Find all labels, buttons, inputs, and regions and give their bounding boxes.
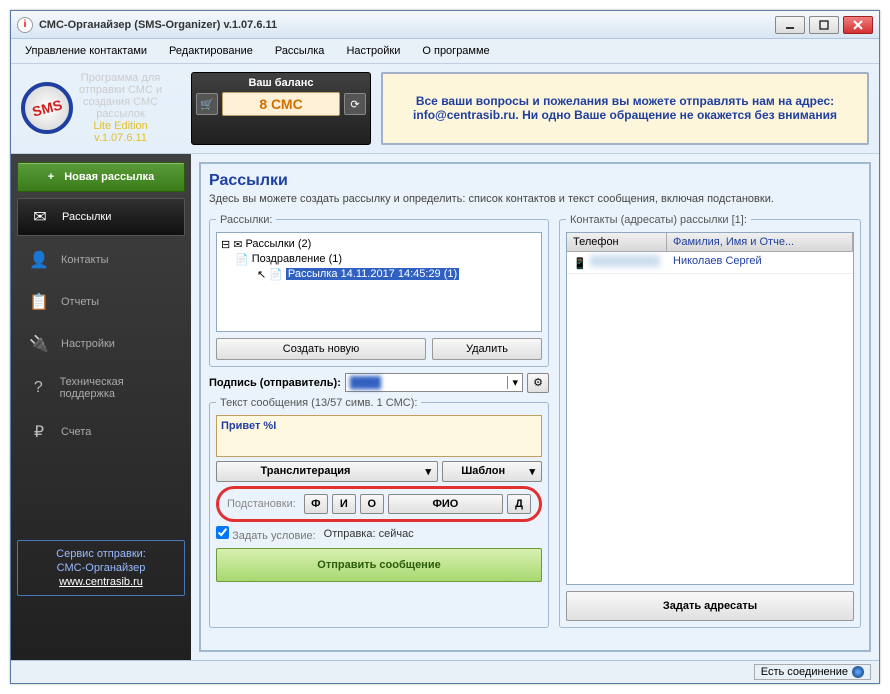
message-legend: Текст сообщения (13/57 симв. 1 СМС): xyxy=(216,397,421,409)
subst-d-button[interactable]: Д xyxy=(507,494,531,514)
statusbar: Есть соединение xyxy=(11,660,879,683)
contacts-fieldset: Контакты (адресаты) рассылки [1]: Телефо… xyxy=(559,214,861,628)
set-addresses-button[interactable]: Задать адресаты xyxy=(566,591,854,621)
new-mailing-button[interactable]: + Новая рассылка xyxy=(17,162,185,192)
sidebar-footer: Сервис отправки: СМС-Органайзер www.cent… xyxy=(17,540,185,597)
contacts-header: Телефон Фамилия, Имя и Отче... xyxy=(567,233,853,252)
app-window: i СМС-Органайзер (SMS-Organizer) v.1.07.… xyxy=(10,10,880,684)
envelope-icon: ✉ xyxy=(28,207,52,227)
sidebar-item-settings[interactable]: 🔌 Настройки xyxy=(17,326,185,362)
globe-icon xyxy=(852,666,864,678)
page-title: Рассылки xyxy=(209,172,861,190)
menu-contacts[interactable]: Управление контактами xyxy=(21,43,151,59)
ruble-icon: ₽ xyxy=(27,422,51,442)
cart-icon[interactable]: 🛒 xyxy=(196,93,218,115)
subst-i-button[interactable]: И xyxy=(332,494,356,514)
doc-icon: 📄 xyxy=(235,253,249,266)
connection-status: Есть соединение xyxy=(754,664,871,680)
menubar: Управление контактами Редактирование Рас… xyxy=(11,39,879,64)
sidebar-item-support[interactable]: ? Техническая поддержка xyxy=(17,368,185,408)
template-dropdown[interactable]: Шаблон ▾ xyxy=(442,461,542,482)
chevron-down-icon: ▾ xyxy=(507,376,518,389)
chevron-down-icon: ▾ xyxy=(529,465,535,478)
substitutions-label: Подстановки: xyxy=(227,498,296,510)
contacts-legend: Контакты (адресаты) рассылки [1]: xyxy=(566,214,751,226)
collapse-icon[interactable]: ⊟ xyxy=(221,238,230,251)
app-icon: i xyxy=(17,17,33,33)
maximize-button[interactable] xyxy=(809,16,839,34)
subst-f-button[interactable]: Ф xyxy=(304,494,328,514)
sidebar-item-contacts[interactable]: 👤 Контакты xyxy=(17,242,185,278)
window-title: СМС-Органайзер (SMS-Organizer) v.1.07.6.… xyxy=(39,19,775,31)
signature-combo[interactable]: ████ ▾ xyxy=(345,373,523,392)
cursor-icon: ↖ xyxy=(257,268,266,281)
logo-block: SMS Программа для отправки СМС и создани… xyxy=(21,72,181,145)
doc-icon: 📄 xyxy=(269,268,283,281)
sidebar: + Новая рассылка ✉ Рассылки 👤 Контакты 📋… xyxy=(11,154,191,660)
signature-settings-button[interactable]: ⚙ xyxy=(527,373,549,393)
main-area: Рассылки Здесь вы можете создать рассылк… xyxy=(191,154,879,660)
contact-name: Николаев Сергей xyxy=(667,252,853,273)
sidebar-item-bills[interactable]: ₽ Счета xyxy=(17,414,185,450)
balance-panel: Ваш баланс 🛒 8 СМС ⟳ xyxy=(191,72,371,145)
condition-checkbox[interactable]: Задать условие: xyxy=(216,526,316,542)
col-phone[interactable]: Телефон xyxy=(567,233,667,251)
envelope-icon: ✉ xyxy=(233,238,242,251)
message-textarea[interactable]: Привет %I xyxy=(216,415,542,457)
subst-fio-button[interactable]: ФИО xyxy=(388,494,503,514)
help-icon: ? xyxy=(27,379,50,397)
mailings-fieldset: Рассылки: ⊟ ✉ Рассылки (2) 📄 Поздравлени… xyxy=(209,214,549,367)
schedule-label: Отправка: сейчас xyxy=(324,528,414,540)
subst-o-button[interactable]: О xyxy=(360,494,384,514)
tree-root[interactable]: ⊟ ✉ Рассылки (2) xyxy=(221,237,537,252)
plug-icon: 🔌 xyxy=(27,334,51,354)
person-icon: 👤 xyxy=(27,250,51,270)
refresh-icon[interactable]: ⟳ xyxy=(344,93,366,115)
message-fieldset: Текст сообщения (13/57 симв. 1 СМС): При… xyxy=(209,397,549,628)
menu-edit[interactable]: Редактирование xyxy=(165,43,257,59)
signature-label: Подпись (отправитель): xyxy=(209,377,341,389)
gear-icon: ⚙ xyxy=(533,376,543,389)
send-button[interactable]: Отправить сообщение xyxy=(216,548,542,582)
top-band: SMS Программа для отправки СМС и создани… xyxy=(11,64,879,154)
logo-description: Программа для отправки СМС и создания СМ… xyxy=(79,72,162,145)
page-subtitle: Здесь вы можете создать рассылку и опред… xyxy=(209,192,861,206)
plus-icon: + xyxy=(48,171,54,183)
phone-value xyxy=(590,255,660,267)
signature-value: ████ xyxy=(350,377,508,389)
menu-settings[interactable]: Настройки xyxy=(342,43,404,59)
delete-mailing-button[interactable]: Удалить xyxy=(432,338,542,360)
menu-about[interactable]: О программе xyxy=(418,43,493,59)
tree-item-2[interactable]: ↖ 📄 Рассылка 14.11.2017 14:45:29 (1) xyxy=(221,267,537,282)
logo-icon: SMS xyxy=(21,82,73,134)
translit-dropdown[interactable]: Транслитерация ▾ xyxy=(216,461,438,482)
balance-value: 8 СМС xyxy=(222,92,340,116)
phone-icon: 📱 xyxy=(573,258,587,270)
minimize-button[interactable] xyxy=(775,16,805,34)
balance-title: Ваш баланс xyxy=(196,77,366,89)
mailings-tree[interactable]: ⊟ ✉ Рассылки (2) 📄 Поздравление (1) ↖ xyxy=(216,232,542,332)
create-mailing-button[interactable]: Создать новую xyxy=(216,338,426,360)
chevron-down-icon: ▾ xyxy=(425,465,431,478)
signature-row: Подпись (отправитель): ████ ▾ ⚙ xyxy=(209,373,549,393)
titlebar: i СМС-Органайзер (SMS-Organizer) v.1.07.… xyxy=(11,11,879,39)
sidebar-item-reports[interactable]: 📋 Отчеты xyxy=(17,284,185,320)
contact-row[interactable]: 📱 Николаев Сергей xyxy=(567,252,853,274)
info-banner: Все ваши вопросы и пожелания вы можете о… xyxy=(381,72,869,145)
mailings-legend: Рассылки: xyxy=(216,214,276,226)
close-button[interactable] xyxy=(843,16,873,34)
sidebar-item-mailings[interactable]: ✉ Рассылки xyxy=(17,198,185,236)
tree-item-1[interactable]: 📄 Поздравление (1) xyxy=(221,252,537,267)
clipboard-icon: 📋 xyxy=(27,292,51,312)
contacts-table[interactable]: Телефон Фамилия, Имя и Отче... 📱 Николае… xyxy=(566,232,854,585)
substitutions-row: Подстановки: Ф И О ФИО Д xyxy=(216,486,542,522)
service-link[interactable]: www.centrasib.ru xyxy=(59,576,143,588)
menu-mailing[interactable]: Рассылка xyxy=(271,43,329,59)
col-name[interactable]: Фамилия, Имя и Отче... xyxy=(667,233,853,251)
